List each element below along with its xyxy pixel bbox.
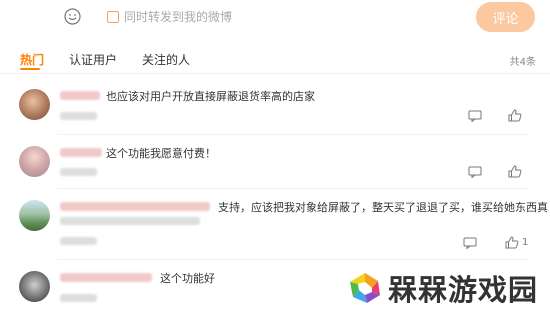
- comment-count: 共4条: [509, 57, 536, 68]
- comment-text: 也应该对用户开放直接屏蔽退货率高的店家: [106, 90, 315, 103]
- divider: [58, 188, 528, 189]
- username[interactable]: [60, 202, 210, 211]
- thumbs-up-icon: [508, 109, 522, 122]
- username[interactable]: [60, 273, 152, 282]
- username[interactable]: [60, 91, 100, 100]
- repost-checkbox[interactable]: [107, 10, 119, 23]
- watermark: 槑槑游戏园: [348, 267, 538, 309]
- reply-button[interactable]: [468, 110, 482, 122]
- avatar[interactable]: [19, 200, 50, 231]
- tab-verified-users[interactable]: 认证用户: [69, 51, 117, 68]
- divider: [58, 259, 528, 260]
- repost-option[interactable]: 同时转发到我的微博: [107, 8, 232, 25]
- like-button[interactable]: [508, 165, 522, 178]
- comment-text: 这个功能好: [160, 272, 215, 285]
- thumbs-up-icon: [508, 165, 522, 178]
- comment-tabs: 热门 认证用户 关注的人 共4条: [0, 51, 550, 71]
- reply-icon: [468, 166, 482, 178]
- nickname-line: [60, 217, 200, 225]
- avatar[interactable]: [19, 89, 50, 120]
- tab-hot[interactable]: 热门: [20, 51, 44, 68]
- timestamp: [60, 168, 97, 176]
- username[interactable]: [60, 148, 102, 157]
- compose-bar: 同时转发到我的微博 评论: [0, 0, 550, 36]
- watermark-text: 槑槑游戏园: [388, 273, 539, 307]
- thumbs-up-icon: [505, 236, 519, 249]
- comment-text: 支持，应该把我对象给屏蔽了，整天买了退退了买，谁买给她东西真: [218, 201, 548, 214]
- avatar[interactable]: [19, 146, 50, 177]
- emoji-icon[interactable]: [64, 8, 81, 25]
- timestamp: [60, 237, 97, 245]
- reply-icon: [463, 237, 477, 249]
- repost-label: 同时转发到我的微博: [124, 10, 233, 24]
- reply-button[interactable]: [463, 237, 477, 249]
- like-count: 1: [522, 237, 529, 248]
- comment-text: 这个功能我愿意付费！: [106, 147, 216, 160]
- reply-icon: [468, 110, 482, 122]
- reply-button[interactable]: [468, 166, 482, 178]
- divider: [58, 134, 528, 135]
- active-tab-indicator: [20, 68, 40, 70]
- watermark-logo-icon: [350, 273, 380, 303]
- comment-submit-button[interactable]: 评论: [476, 2, 535, 32]
- timestamp: [60, 112, 97, 120]
- tab-following[interactable]: 关注的人: [142, 51, 190, 68]
- timestamp: [60, 294, 97, 302]
- avatar[interactable]: [19, 271, 50, 302]
- like-button[interactable]: [508, 109, 522, 122]
- divider: [0, 73, 550, 74]
- like-button[interactable]: 1: [505, 236, 528, 249]
